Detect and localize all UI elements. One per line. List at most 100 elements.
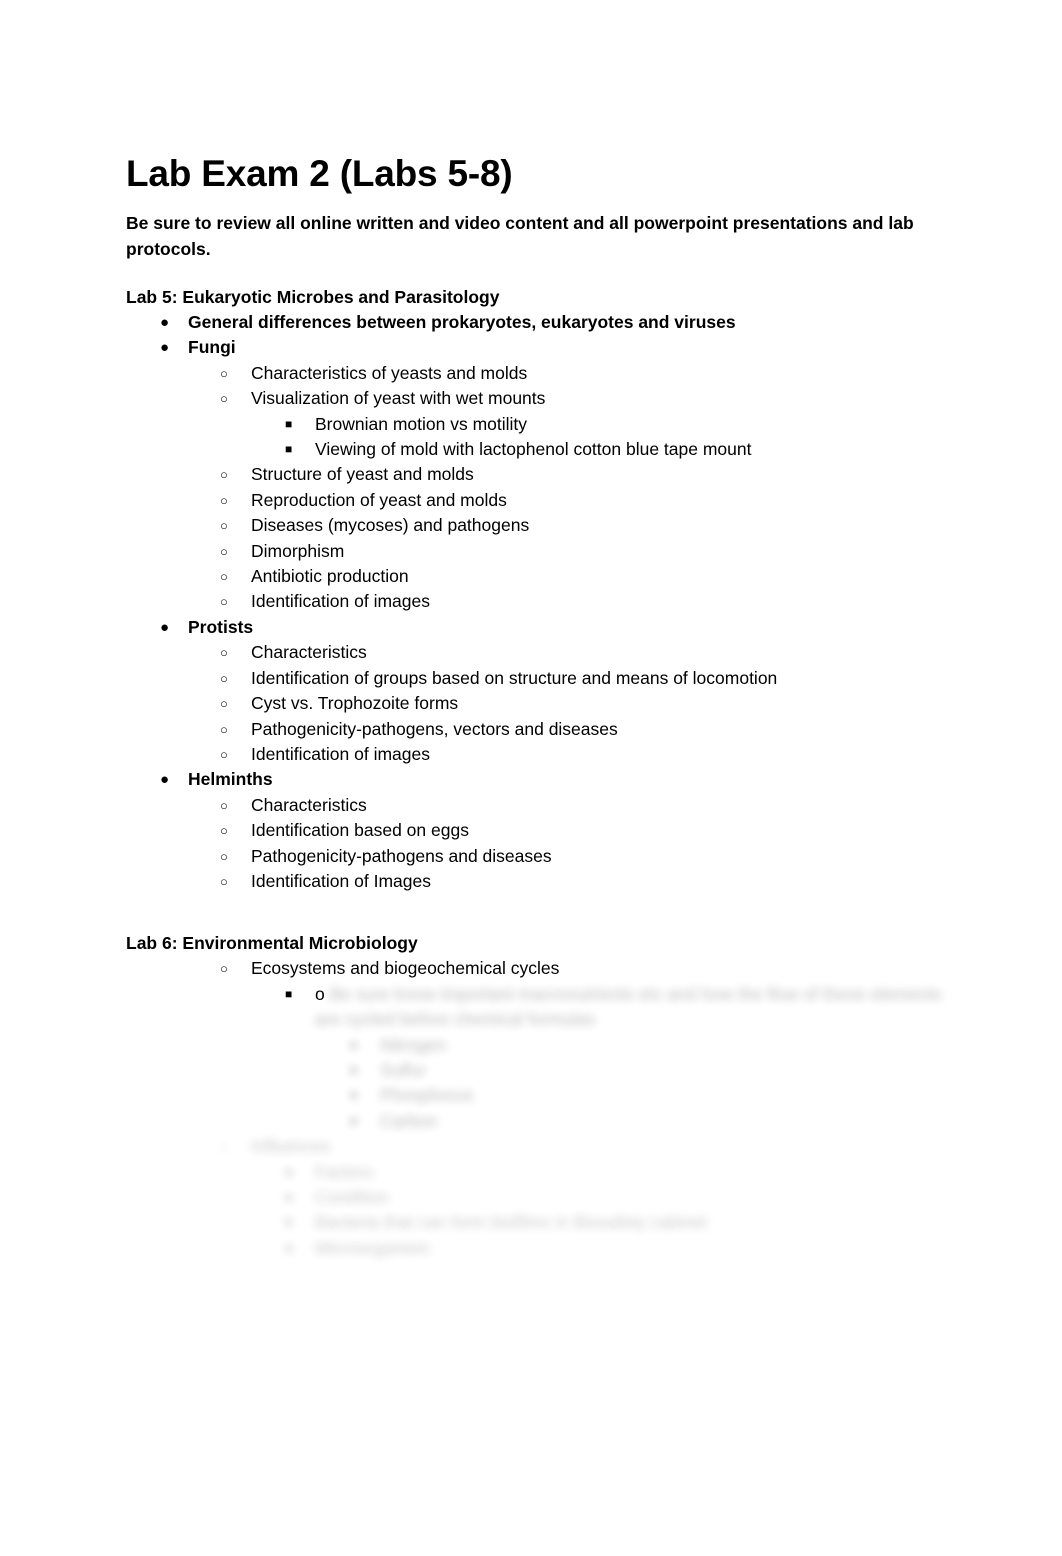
list-item: Characteristics: [126, 793, 942, 818]
bullet-square-icon: [285, 437, 315, 462]
document-lead-paragraph: Be sure to review all online written and…: [126, 213, 914, 259]
bullet-circle-icon: [220, 844, 251, 869]
bullet-square-icon: [350, 1083, 380, 1108]
list-item-label: Fungi: [188, 337, 236, 358]
bullet-square-icon: [350, 1033, 380, 1058]
redacted-list-item: Carbon: [126, 1109, 942, 1134]
bullet-square-icon: [285, 982, 315, 1007]
page-title: Lab Exam 2 (Labs 5-8): [126, 153, 513, 194]
bullet-square-icon: [285, 1236, 315, 1261]
bullet-circle-icon: [220, 818, 251, 843]
redacted-list-item: Microorganism: [126, 1236, 942, 1261]
bullet-circle-icon: [220, 742, 251, 767]
bullet-disc-icon: [160, 335, 188, 360]
list-item-label: Pathogenicity-pathogens and diseases: [251, 845, 552, 866]
bullet-square-icon: [350, 1058, 380, 1083]
list-item: Pathogenicity-pathogens, vectors and dis…: [126, 717, 942, 742]
redacted-text: Be sure know important macronutrients et…: [315, 983, 942, 1030]
redacted-list-item: Bacteria that can form biofilms in Biosa…: [126, 1210, 942, 1235]
list-item-label: Antibiotic production: [251, 566, 409, 587]
list-item: Characteristics: [126, 640, 942, 665]
list-item-label: Visualization of yeast with wet mounts: [251, 388, 546, 409]
list-item: Helminths: [126, 767, 942, 792]
list-item: Identification of images: [126, 742, 942, 767]
redacted-text: Microorganism: [315, 1237, 430, 1258]
bullet-circle-icon: [220, 956, 251, 981]
redacted-text: Bacteria that can form biofilms in Biosa…: [315, 1212, 707, 1233]
bullet-square-icon: [350, 1109, 380, 1134]
list-item-label: General differences between prokaryotes,…: [188, 312, 736, 332]
list-item-label: Dimorphism: [251, 540, 345, 561]
list-item-label: Identification of images: [251, 591, 430, 612]
bullet-circle-icon: [220, 462, 251, 487]
list-item-label: Reproduction of yeast and molds: [251, 489, 507, 510]
list-item: Reproduction of yeast and molds: [126, 488, 942, 513]
list-item-label: Ecosystems and biogeochemical cycles: [251, 958, 560, 979]
list-item: Antibiotic production: [126, 564, 942, 589]
bullet-circle-icon: [220, 793, 251, 818]
redacted-list-item: o Be sure know important macronutrients …: [126, 982, 942, 1033]
bullet-disc-icon: [160, 767, 188, 792]
list-item: Pathogenicity-pathogens and diseases: [126, 844, 942, 869]
bullet-circle-icon: [220, 589, 251, 614]
redacted-text: Factors: [315, 1161, 374, 1182]
list-item: Characteristics of yeasts and molds: [126, 361, 942, 386]
list-item-label: Cyst vs. Trophozoite forms: [251, 693, 459, 714]
list-item: Fungi: [126, 335, 942, 360]
list-item: Identification based on eggs: [126, 818, 942, 843]
list-item-label: Characteristics: [251, 794, 367, 815]
bullet-circle-icon: [220, 640, 251, 665]
bullet-circle-icon: [220, 1134, 251, 1159]
list-item-label: Identification of images: [251, 743, 430, 764]
section-heading-lab5: Lab 5: Eukaryotic Microbes and Parasitol…: [126, 287, 500, 307]
bullet-circle-icon: [220, 869, 251, 894]
list-item-label: Identification based on eggs: [251, 820, 469, 841]
list-item: Visualization of yeast with wet mounts: [126, 386, 942, 411]
document-page: Lab Exam 2 (Labs 5-8) Be sure to review …: [0, 0, 1062, 1556]
list-item-label: Identification of Images: [251, 870, 431, 891]
bullet-circle-icon: [220, 386, 251, 411]
list-item: Ecosystems and biogeochemical cycles: [126, 956, 942, 981]
list-item-label: Characteristics: [251, 642, 367, 663]
list-item: Identification of Images: [126, 869, 942, 894]
list-item: Identification of groups based on struct…: [126, 666, 942, 691]
document-body: Lab Exam 2 (Labs 5-8) Be sure to review …: [126, 152, 942, 1261]
redacted-text: Condition: [315, 1187, 389, 1207]
redacted-text: Sulfur: [380, 1059, 426, 1080]
redacted-list-item: Nitrogen: [126, 1033, 942, 1058]
list-item: Cyst vs. Trophozoite forms: [126, 691, 942, 716]
list-item-label: Diseases (mycoses) and pathogens: [251, 515, 530, 536]
bullet-circle-icon: [220, 564, 251, 589]
bullet-circle-icon: [220, 513, 251, 538]
redacted-list-item: Phosphorus: [126, 1083, 942, 1108]
redacted-text: Carbon: [380, 1110, 438, 1131]
redacted-text: Influences: [251, 1136, 331, 1157]
list-item: Identification of images: [126, 589, 942, 614]
list-item: General differences between prokaryotes,…: [126, 310, 942, 335]
bullet-circle-icon: [220, 539, 251, 564]
bullet-circle-icon: [220, 691, 251, 716]
redacted-text: Nitrogen: [380, 1034, 447, 1055]
bullet-circle-icon: [220, 717, 251, 742]
bullet-square-icon: [285, 1160, 315, 1185]
list-item: Diseases (mycoses) and pathogens: [126, 513, 942, 538]
redacted-list-item: Sulfur: [126, 1058, 942, 1083]
list-item: Structure of yeast and molds: [126, 462, 942, 487]
bullet-disc-icon: [160, 310, 188, 335]
bullet-circle-icon: [220, 361, 251, 386]
list-item-label: Viewing of mold with lactophenol cotton …: [315, 439, 752, 460]
list-item: Protists: [126, 615, 942, 640]
section-heading-lab6: Lab 6: Environmental Microbiology: [126, 933, 418, 954]
list-item: Dimorphism: [126, 539, 942, 564]
bullet-circle-icon: [220, 488, 251, 513]
list-item: Brownian motion vs motility: [126, 412, 942, 437]
list-item-label: Characteristics of yeasts and molds: [251, 362, 528, 383]
list-item-label: Protists: [188, 616, 254, 637]
bullet-square-icon: [285, 1185, 315, 1210]
redacted-list-item: Influences: [126, 1134, 942, 1159]
redacted-list-item: Factors: [126, 1160, 942, 1185]
list-item: Viewing of mold with lactophenol cotton …: [126, 437, 942, 462]
sub-bullet-letter-o: o: [315, 983, 325, 1004]
redacted-text: Phosphorus: [380, 1085, 474, 1106]
